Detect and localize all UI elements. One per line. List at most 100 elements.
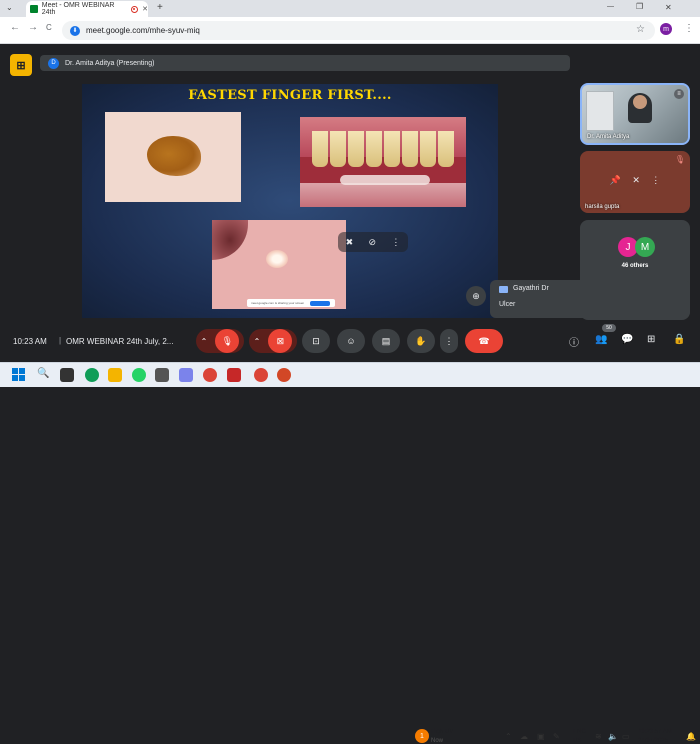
new-tab-button[interactable]: + — [157, 2, 163, 13]
language-region: US — [573, 738, 582, 744]
others-avatars: J M — [618, 237, 655, 257]
meet-main: ⊞ D Dr. Amita Aditya (Presenting) FASTES… — [0, 44, 700, 362]
more-options-button[interactable]: ⋮ — [440, 329, 458, 353]
bookmark-star-icon[interactable]: ☆ — [636, 24, 645, 35]
more-options-icon[interactable]: ⋮ — [391, 237, 400, 248]
browser-menu-button[interactable]: ⋮ — [684, 23, 694, 34]
reload-button[interactable]: C — [46, 23, 52, 32]
chevron-up-icon[interactable]: ⌃ — [201, 337, 208, 346]
host-controls-icon[interactable]: 🔒 — [673, 334, 685, 345]
close-window-button[interactable]: ✕ — [665, 3, 672, 12]
raise-hand-button[interactable]: ✋ — [407, 329, 435, 353]
wifi-icon[interactable]: ≋ — [595, 732, 602, 741]
language-indicator[interactable]: ENG — [573, 729, 586, 735]
mute-presentation-icon[interactable]: ⊘ — [368, 237, 376, 248]
white-lesion — [340, 175, 430, 185]
tab-close-icon[interactable]: ✕ — [142, 5, 148, 13]
reactions-button[interactable]: ☺ — [337, 329, 365, 353]
clock-time[interactable]: 10:23:57 AM — [638, 729, 672, 735]
recording-icon — [131, 5, 139, 13]
clock-date: 24/07/2025 — [638, 738, 669, 744]
slide-title: FASTEST FINGER FIRST.... — [188, 88, 392, 103]
hand-icon: ✋ — [415, 335, 427, 346]
participants-count-badge: 50 — [602, 324, 616, 332]
participant-tile-presenter[interactable]: ≡ Dr. Amita Aditya — [580, 83, 690, 145]
profile-avatar[interactable]: m — [660, 23, 672, 35]
browser-tab[interactable]: Meet - OMR WEBINAR 24th ✕ — [26, 1, 148, 17]
weather-icon[interactable]: 1 — [415, 729, 429, 743]
screen-share-text: meet.google.com is sharing your screen — [251, 301, 305, 305]
captions-button[interactable]: ▤ — [372, 329, 400, 353]
lower-lip — [300, 183, 466, 207]
app-tray-icon[interactable]: ▣ — [537, 732, 545, 741]
stop-sharing-button[interactable] — [310, 300, 331, 306]
volume-icon[interactable]: 🔈 — [608, 732, 618, 741]
unpin-icon[interactable]: ✖ — [346, 237, 354, 248]
tab-search-icon[interactable]: ⌄ — [6, 3, 13, 12]
ulcer-photo: meet.google.com is sharing your screen — [212, 220, 346, 309]
teams-icon[interactable] — [179, 368, 193, 382]
forward-button[interactable]: → — [28, 22, 38, 33]
chrome-icon[interactable] — [203, 368, 217, 382]
edge-browser-icon[interactable] — [85, 368, 99, 382]
teeth-photo — [300, 117, 466, 207]
mole-photo — [105, 112, 241, 202]
leave-call-button[interactable]: ☎ — [465, 329, 503, 353]
activities-icon[interactable]: ⊞ — [647, 334, 655, 345]
back-button[interactable]: ← — [10, 22, 20, 33]
chevron-up-icon[interactable]: ⌃ — [254, 337, 261, 346]
chat-notification[interactable]: Gayathri Dr Ulcer — [490, 280, 690, 318]
browser-toolbar: ← → C ⬇ meet.google.com/mhe-syuv-miq ☆ m… — [0, 17, 700, 44]
ulcer-spot — [266, 250, 288, 268]
task-view-icon[interactable] — [60, 368, 74, 382]
chat-panel-icon[interactable]: 💬 — [621, 334, 633, 345]
camera-button[interactable]: ⌃ ⊠ — [249, 329, 297, 353]
screen-share-bar: meet.google.com is sharing your screen — [247, 299, 335, 307]
browser-tab-bar: ⌄ Meet - OMR WEBINAR 24th ✕ + — ❐ ✕ — [0, 0, 700, 17]
minimize-button[interactable]: — — [607, 3, 614, 10]
tile-more-icon[interactable]: ⋮ — [651, 175, 660, 186]
people-icon[interactable]: 👥 — [595, 334, 607, 345]
tile-name: harsila gupta — [585, 204, 620, 210]
present-button[interactable]: ⊡ — [302, 329, 330, 353]
chat-message: Ulcer — [499, 301, 516, 308]
show-hidden-icons[interactable]: ⌃ — [505, 732, 512, 741]
notifications-icon[interactable]: 🔔 — [686, 732, 696, 741]
mic-button[interactable]: ⌃ 🎙 — [196, 329, 244, 353]
tab-title: Meet - OMR WEBINAR 24th — [41, 2, 115, 16]
cloud-icon[interactable]: ☁ — [520, 732, 528, 741]
meeting-info-icon[interactable]: ⓘ — [569, 334, 579, 349]
address-bar[interactable]: ⬇ meet.google.com/mhe-syuv-miq — [62, 21, 655, 40]
meeting-title: OMR WEBINAR 24th July, 2... — [66, 337, 174, 346]
chat-sender: Gayathri Dr — [513, 285, 549, 292]
pin-icon[interactable]: 📌 — [610, 175, 621, 186]
windows-start-icon[interactable] — [12, 368, 26, 382]
mic-off-icon[interactable]: 🎙 — [215, 329, 240, 353]
whatsapp-icon[interactable] — [132, 368, 146, 382]
camera-off-icon[interactable]: ⊠ — [268, 329, 293, 353]
tooth — [312, 131, 328, 167]
file-explorer-icon[interactable] — [108, 368, 122, 382]
present-screen-icon: ⊡ — [312, 335, 320, 346]
muted-mic-icon: 🎙 — [674, 155, 685, 164]
presenter-label: Dr. Amita Aditya (Presenting) — [65, 59, 155, 67]
phone-hangup-icon: ☎ — [478, 335, 490, 346]
battery-icon[interactable]: ▭ — [622, 732, 630, 741]
restore-button[interactable]: ❐ — [636, 2, 643, 11]
chrome-active-icon[interactable] — [254, 368, 268, 382]
participant-tile-harsila[interactable]: 🎙 📌 ✕ ⋮ harsila gupta — [580, 151, 690, 213]
captions-icon: ▤ — [381, 335, 391, 346]
unpin-tile-icon[interactable]: ✕ — [632, 175, 640, 186]
app-icon[interactable] — [155, 368, 169, 382]
meet-activities-icon[interactable]: ⊞ — [10, 54, 32, 76]
others-count: 46 others — [621, 263, 649, 269]
windows-taskbar: 🔍 1 High UV Now ⌃ ☁ ▣ ✎ ENG US ≋ 🔈 ▭ 10:… — [0, 362, 700, 744]
site-info-icon[interactable]: ⬇ — [70, 25, 80, 36]
tooth — [330, 131, 346, 167]
app-icon[interactable] — [227, 368, 241, 382]
search-icon[interactable]: 🔍 — [37, 368, 51, 382]
tooth — [420, 131, 436, 167]
powerpoint-icon[interactable] — [277, 368, 291, 382]
zoom-icon[interactable]: ⊕ — [466, 286, 486, 306]
pen-icon[interactable]: ✎ — [553, 732, 560, 741]
